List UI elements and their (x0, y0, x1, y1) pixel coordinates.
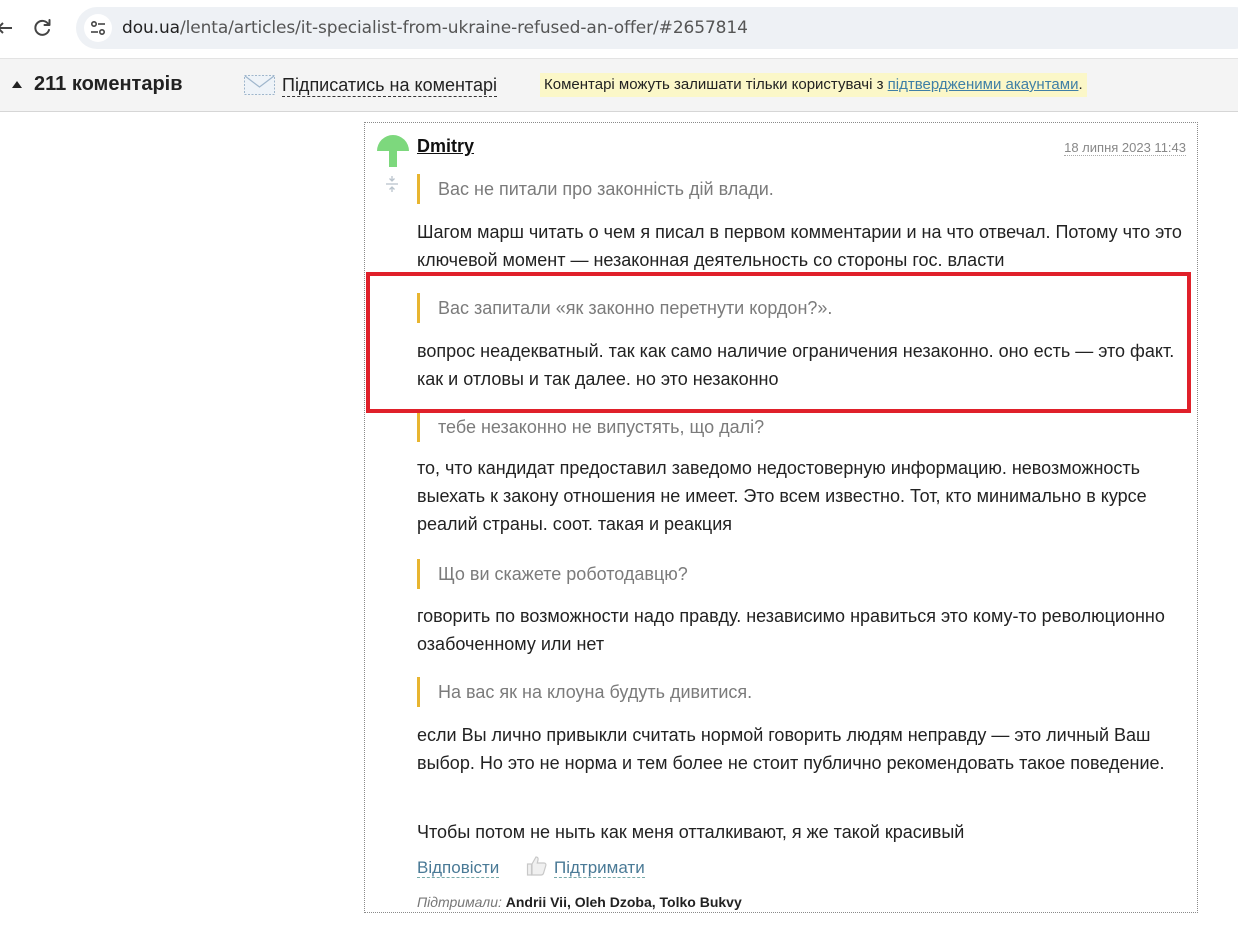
quote-4: Що ви скажете роботодавцю? (417, 559, 1177, 589)
comment-date[interactable]: 18 липня 2023 11:43 (1064, 140, 1186, 156)
collapse-triangle-icon[interactable] (12, 81, 22, 88)
site-info-icon[interactable] (84, 14, 112, 42)
highlight-box (366, 272, 1191, 413)
comment-text-3: то, что кандидат предоставил заведомо не… (417, 458, 1147, 534)
notice-prefix: Коментарі можуть залишати тільки користу… (544, 76, 888, 93)
quote-3: тебе незаконно не випустять, що далі? (417, 412, 1177, 442)
comments-header-bar: 211 коментарів Підписатись на коментарі … (0, 58, 1238, 112)
support-button[interactable]: Підтримати (554, 858, 645, 878)
avatar-icon[interactable] (377, 135, 409, 167)
comment-card: Dmitry 18 липня 2023 11:43 Вас не питали… (364, 122, 1198, 913)
reload-icon[interactable] (30, 16, 54, 40)
envelope-icon (244, 75, 275, 95)
comments-count[interactable]: 211 коментарів (34, 73, 183, 96)
url-text[interactable]: dou.ua/lenta/articles/it-specialist-from… (122, 18, 748, 38)
address-bar[interactable]: dou.ua/lenta/articles/it-specialist-from… (76, 7, 1238, 49)
comment-text-6: Чтобы потом не ныть как меня отталкивают… (417, 822, 965, 842)
quote-1: Вас не питали про законність дій влади. (417, 174, 1177, 204)
notice-suffix: . (1078, 76, 1083, 93)
verified-accounts-link[interactable]: підтвердженими акаунтами (888, 76, 1079, 93)
supported-by-names[interactable]: Andrii Vii, Oleh Dzoba, Tolko Bukvy (506, 894, 742, 910)
reply-button[interactable]: Відповісти (417, 858, 500, 878)
supported-by-label: Підтримали: (417, 894, 502, 910)
collapse-thread-icon[interactable] (384, 175, 400, 193)
subscribe-comments-link[interactable]: Підписатись на коментарі (282, 75, 497, 97)
comment-text-5: если Вы лично привыкли считать нормой го… (417, 725, 1165, 773)
url-domain: dou.ua (122, 18, 180, 38)
comment-text-1: Шагом марш читать о чем я писал в первом… (417, 222, 1182, 270)
url-path: /lenta/articles/it-specialist-from-ukrai… (179, 18, 748, 38)
thumbs-up-icon[interactable] (525, 854, 549, 878)
quote-5: На вас як на клоуна будуть дивитися. (417, 677, 1177, 707)
supported-by: Підтримали: Andrii Vii, Oleh Dzoba, Tolk… (417, 894, 742, 910)
comments-notice: Коментарі можуть залишати тільки користу… (540, 73, 1087, 97)
back-arrow-icon[interactable] (0, 16, 16, 40)
comment-author[interactable]: Dmitry (417, 136, 474, 157)
comment-text-4: говорить по возможности надо правду. нез… (417, 606, 1165, 654)
browser-toolbar: dou.ua/lenta/articles/it-specialist-from… (0, 0, 1238, 58)
